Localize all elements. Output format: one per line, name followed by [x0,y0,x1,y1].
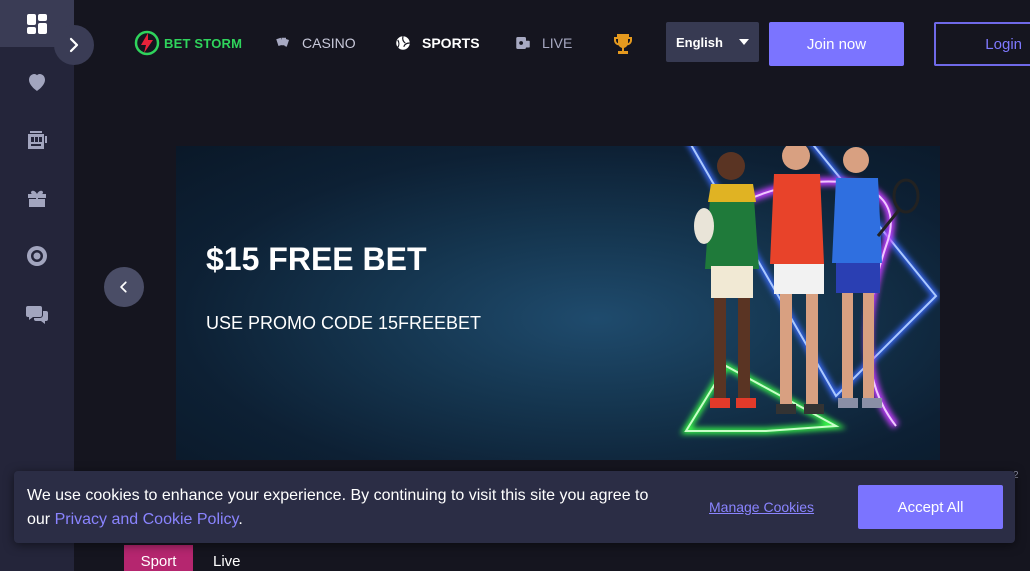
promo-subtitle: USE PROMO CODE 15FREEBET [206,313,482,333]
nav-sports-label: SPORTS [422,35,480,51]
sidebar-item-promotions[interactable] [0,174,74,221]
carousel-prev-button[interactable] [104,267,144,307]
join-now-button[interactable]: Join now [769,22,904,66]
top-header: BET STORM CASINO SPORTS LIVE English Joi… [74,0,1030,88]
sidebar-toggle-button[interactable] [54,25,94,65]
sidebar-item-slots[interactable] [0,116,74,163]
lightning-logo-icon [134,30,160,56]
chevron-right-icon [69,37,79,53]
sidebar-item-favorites[interactable] [0,58,74,105]
slot-machine-icon [28,130,47,149]
brand-name: BET STORM [164,35,243,51]
nav-live-label: LIVE [542,35,573,51]
volleyball-icon [396,36,410,50]
dashboard-icon [27,13,47,34]
language-value: English [676,34,723,50]
live-cards-icon [516,37,530,49]
cookie-text-after: . [238,511,243,528]
brand-logo[interactable]: BET STORM [134,30,242,56]
nav-casino[interactable]: CASINO [274,34,356,52]
nav-sports[interactable]: SPORTS [394,34,480,52]
login-button[interactable]: Login [934,22,1030,66]
heart-icon [29,73,45,91]
promo-title: $15 FREE BET [206,241,427,277]
cookie-banner: We use cookies to enhance your experienc… [14,471,1015,543]
sidebar-item-help[interactable] [0,290,74,337]
lifebuoy-icon [27,245,47,266]
manage-cookies-link[interactable]: Manage Cookies [709,499,814,515]
help-chat-icon [26,305,48,324]
sidebar-item-support[interactable] [0,232,74,279]
trophy-icon[interactable] [611,32,635,56]
language-select[interactable]: English [666,22,759,62]
gift-icon [28,190,46,207]
cards-icon [276,37,289,47]
promo-banner[interactable]: $15 FREE BET USE PROMO CODE 15FREEBET [176,146,940,460]
athletes-illustration [680,146,940,434]
caret-down-icon [739,39,749,45]
accept-all-button[interactable]: Accept All [858,485,1003,529]
chevron-left-icon [120,281,127,293]
nav-live[interactable]: LIVE [514,34,572,52]
tab-live[interactable]: Live [213,553,241,570]
cookie-message: We use cookies to enhance your experienc… [27,484,667,532]
tab-sport[interactable]: Sport [124,545,193,571]
privacy-policy-link[interactable]: Privacy and Cookie Policy [55,511,239,528]
nav-casino-label: CASINO [302,35,356,51]
